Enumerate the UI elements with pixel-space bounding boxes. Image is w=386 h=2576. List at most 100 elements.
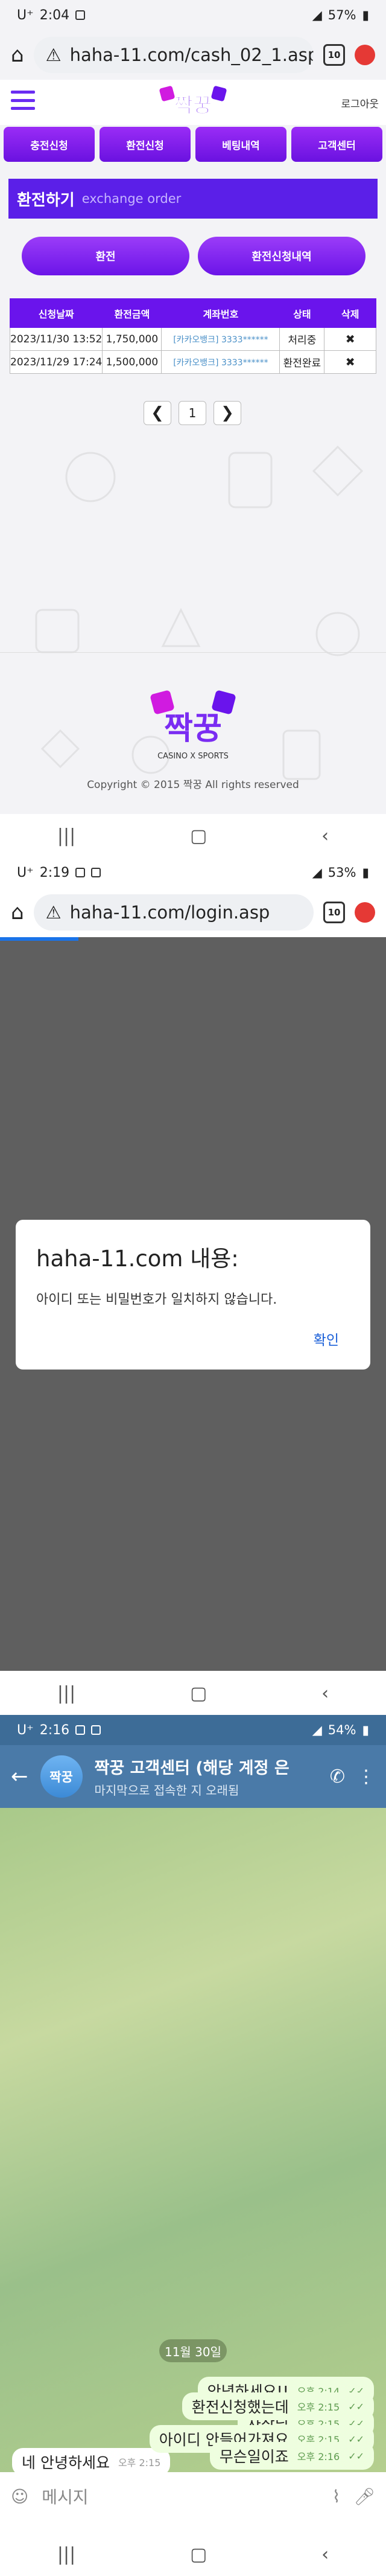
home-icon[interactable]: ⌂ <box>11 43 24 67</box>
signal-icon: ◢ <box>312 865 322 880</box>
chat-header: ← 짝꿍 짝꿍 고객센터 (해당 계정 은 마지막으로 접속한 지 오래됨 ✆ … <box>0 1745 386 1808</box>
message-input[interactable]: 메시지 <box>42 2484 319 2508</box>
menu-bet-history[interactable]: 베팅내역 <box>195 127 286 162</box>
notification-icon <box>91 868 101 877</box>
alert-message: 아이디 또는 비밀번호가 일치하지 않습니다. <box>36 1292 277 1307</box>
ok-button[interactable]: 확인 <box>314 1328 339 1349</box>
exchange-buttons: 환전 환전신청내역 <box>22 237 365 275</box>
warning-icon: ⚠ <box>45 902 62 923</box>
brand-icon[interactable] <box>355 45 375 65</box>
home-icon[interactable]: ⌂ <box>11 900 24 924</box>
footer-logo-text: 짝꿍 <box>164 711 222 747</box>
notification-icon <box>75 10 86 20</box>
back-icon[interactable]: ‹ <box>321 2544 329 2565</box>
clock: 2:19 <box>39 865 70 880</box>
browser-toolbar: ⌂ ⚠ haha-11.com/cash_02_1.asp 10 <box>0 30 386 80</box>
back-icon[interactable]: ‹ <box>321 1683 329 1704</box>
attach-icon[interactable]: ⌇ <box>332 2487 341 2507</box>
cell-status: 처리중 <box>279 327 325 351</box>
back-icon[interactable]: ‹ <box>321 825 329 847</box>
message-time: 오후 2:15 <box>118 2457 161 2469</box>
footer-logo: 짝꿍 CASINO X SPORTS <box>150 690 236 761</box>
cell-status: 환전완료 <box>279 350 325 374</box>
footer-divider <box>0 652 386 653</box>
address-bar[interactable]: ⚠ haha-11.com/login.asp <box>33 894 314 931</box>
logout-link[interactable]: 로그아웃 <box>341 95 379 111</box>
message-time: 오후 2:16 <box>297 2451 340 2462</box>
battery-label: 53% <box>327 865 356 880</box>
system-nav-bar: ||| ▢ ‹ <box>0 2533 386 2576</box>
tab-count-button[interactable]: 10 <box>323 44 345 66</box>
exchange-subtitle: exchange order <box>81 191 182 206</box>
more-icon[interactable]: ⋮ <box>357 1766 375 1787</box>
battery-icon: ▮ <box>362 865 369 880</box>
carrier-label: U⁺ <box>17 865 34 880</box>
clock: 2:16 <box>39 1722 70 1738</box>
warning-icon: ⚠ <box>45 45 62 65</box>
message-input-bar: ☺ 메시지 ⌇ 🎤︎ <box>0 2472 386 2520</box>
url-text: haha-11.com/login.asp <box>69 902 270 923</box>
col-amount: 환전금액 <box>102 298 162 328</box>
emoji-icon[interactable]: ☺ <box>11 2487 28 2507</box>
pagination: ❮ 1 ❯ <box>144 401 241 425</box>
url-text: haha-11.com/cash_02_1.asp <box>69 45 314 65</box>
phone-icon[interactable]: ✆ <box>330 1766 345 1787</box>
carrier-label: U⁺ <box>17 1722 34 1738</box>
menu-support[interactable]: 고객센터 <box>291 127 382 162</box>
address-bar[interactable]: ⚠ haha-11.com/cash_02_1.asp <box>33 37 314 73</box>
delete-icon[interactable]: ✖ <box>324 327 376 351</box>
main-menu: 충전신청 환전신청 베팅내역 고객센터 <box>0 127 386 162</box>
avatar[interactable]: 짝꿍 <box>40 1755 83 1798</box>
alert-title: haha-11.com 내용: <box>36 1246 239 1272</box>
screen-telegram-chat: U⁺ 2:16 ◢ 54% ▮ ← 짝꿍 짝꿍 고객센터 (해당 계정 은 마지… <box>0 1715 386 2576</box>
message-text: 환전신청했는데 <box>191 2398 289 2416</box>
next-page-button[interactable]: ❯ <box>214 401 241 425</box>
message-bubble[interactable]: 환전신청했는데 오후 2:15 ✓✓ <box>182 2392 374 2420</box>
signal-icon: ◢ <box>312 8 322 22</box>
message-bubble[interactable]: 무슨일이죠 오후 2:16 ✓✓ <box>209 2442 374 2470</box>
menu-icon[interactable] <box>11 91 35 110</box>
chat-area: 11월 30일 안녕하세요!! 오후 2:14 ✓✓ 사장님 오후 2:15 ✓… <box>0 1808 386 2476</box>
recents-icon[interactable]: ||| <box>57 825 75 847</box>
notification-icon <box>75 868 86 877</box>
menu-deposit[interactable]: 충전신청 <box>4 127 95 162</box>
col-status: 상태 <box>279 298 325 328</box>
home-nav-icon[interactable]: ▢ <box>190 1683 207 1704</box>
screen-cash-exchange: U⁺ 2:04 ◢ 57% ▮ ⌂ ⚠ haha-11.com/cash_02_… <box>0 0 386 857</box>
tab-count-button[interactable]: 10 <box>323 902 345 923</box>
home-nav-icon[interactable]: ▢ <box>190 825 207 847</box>
delete-icon[interactable]: ✖ <box>324 350 376 374</box>
recents-icon[interactable]: ||| <box>57 1683 75 1704</box>
home-nav-icon[interactable]: ▢ <box>190 2544 207 2565</box>
menu-withdraw[interactable]: 환전신청 <box>100 127 191 162</box>
alert-dialog: haha-11.com 내용: 아이디 또는 비밀번호가 일치하지 않습니다. … <box>16 1220 370 1370</box>
table-row: 2023/11/29 17:24 1,500,000 [카카오뱅크] 3333*… <box>9 350 376 374</box>
chat-title: 짝꿍 고객센터 (해당 계정 은 <box>94 1759 290 1778</box>
signal-icon: ◢ <box>312 1723 322 1737</box>
mic-icon[interactable]: 🎤︎ <box>353 2487 375 2507</box>
status-bar: U⁺ 2:04 ◢ 57% ▮ <box>0 0 386 30</box>
back-arrow-icon[interactable]: ← <box>11 1764 28 1789</box>
exchange-history-button[interactable]: 환전신청내역 <box>198 237 365 275</box>
screen-login-alert: U⁺ 2:19 ◢ 53% ▮ ⌂ ⚠ haha-11.com/login.as… <box>0 857 386 1715</box>
site-logo[interactable]: 짝꿍 <box>158 85 228 121</box>
svg-text:짝꿍: 짝꿍 <box>174 94 212 118</box>
battery-label: 57% <box>327 8 356 22</box>
message-text: 무슨일이죠 <box>219 2448 289 2465</box>
chat-subtitle: 마지막으로 접속한 지 오래됨 <box>94 1783 239 1798</box>
read-check-icon: ✓✓ <box>348 2400 364 2412</box>
battery-icon: ▮ <box>362 1723 369 1737</box>
recents-icon[interactable]: ||| <box>57 2544 75 2565</box>
brand-icon[interactable] <box>355 902 375 923</box>
carrier-label: U⁺ <box>17 7 34 23</box>
message-text: 네 안녕하세요 <box>22 2454 110 2472</box>
prev-page-button[interactable]: ❮ <box>144 401 171 425</box>
col-account: 계좌번호 <box>161 298 280 328</box>
exchange-button[interactable]: 환전 <box>22 237 189 275</box>
chat-title-block[interactable]: 짝꿍 고객센터 (해당 계정 은 마지막으로 접속한 지 오래됨 <box>95 1755 318 1798</box>
page-number-button[interactable]: 1 <box>179 401 206 425</box>
read-check-icon: ✓✓ <box>348 2450 364 2462</box>
exchange-title-bar: 환전하기 exchange order <box>8 179 378 219</box>
table-row: 2023/11/30 13:52 1,750,000 [카카오뱅크] 3333*… <box>9 327 376 351</box>
cell-date: 2023/11/29 17:24 <box>9 350 103 374</box>
